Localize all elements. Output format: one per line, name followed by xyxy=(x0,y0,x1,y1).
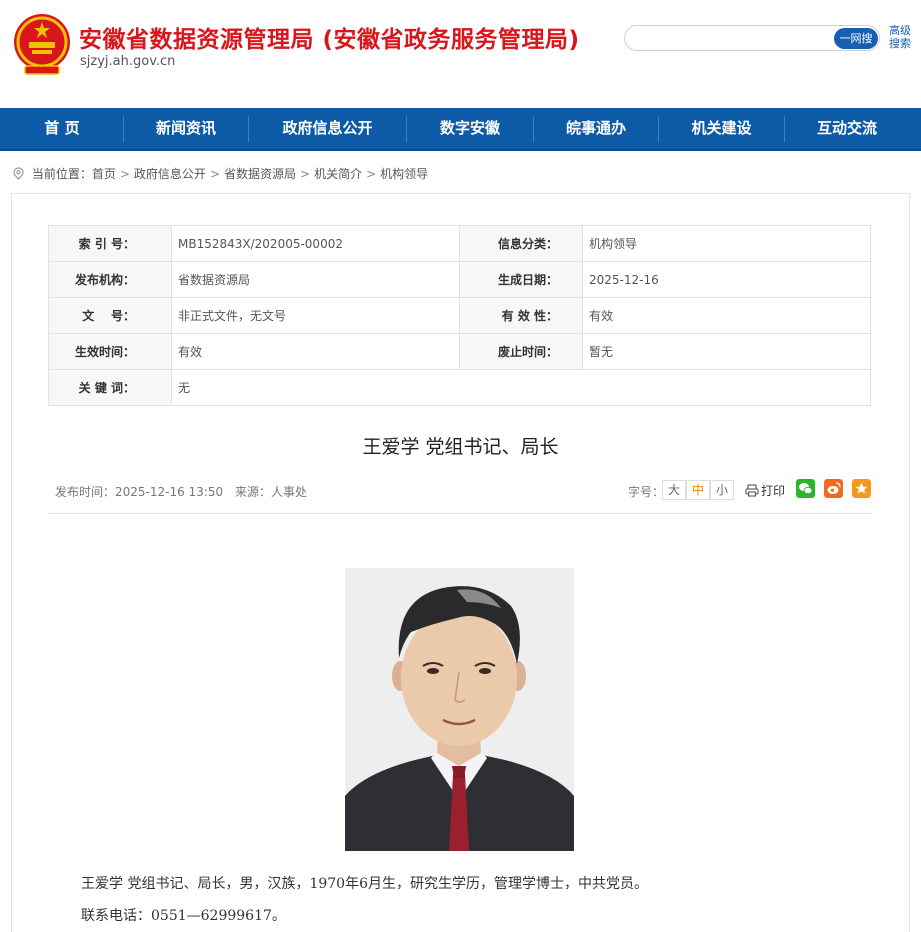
publish-time: 发布时间：2025-12-16 13:50 xyxy=(55,485,224,499)
expire-value: 暂无 xyxy=(582,333,871,370)
breadcrumb-gov-info[interactable]: 政府信息公开 xyxy=(134,167,206,181)
index-value: MB152843X/202005-00002 xyxy=(171,225,460,262)
font-size-small-button[interactable]: 小 xyxy=(710,480,734,500)
nav-item-digital-anhui[interactable]: 数字安徽 xyxy=(407,108,533,149)
article-source: 来源：人事处 xyxy=(234,485,307,499)
breadcrumb-separator: > xyxy=(209,166,220,181)
breadcrumb-separator: > xyxy=(300,166,311,181)
leader-portrait-image xyxy=(345,568,574,851)
location-icon xyxy=(13,166,24,180)
keywords-label: 关 键 词： xyxy=(48,369,172,406)
nav-item-services[interactable]: 皖事通办 xyxy=(534,108,658,149)
site-title[interactable]: 安徽省数据资源管理局 (安徽省政务服务管理局) xyxy=(79,20,580,54)
category-label: 信息分类： xyxy=(459,225,583,262)
favorite-icon[interactable] xyxy=(852,479,871,498)
breadcrumb-prefix: 当前位置： xyxy=(31,167,92,181)
date-value: 2025-12-16 xyxy=(582,261,871,298)
docno-label: 文 号： xyxy=(48,297,172,334)
search-button[interactable]: 一网搜 xyxy=(834,28,878,49)
advanced-search-link[interactable]: 高级搜索 xyxy=(887,24,913,50)
article-paragraph: 王爱学 党组书记、局长，男，汉族，1970年6月生，研究生学历，管理学博士，中共… xyxy=(81,876,648,892)
publisher-label: 发布机构： xyxy=(48,261,172,298)
main-nav: 首 页 新闻资讯 政府信息公开 数字安徽 皖事通办 机关建设 互动交流 xyxy=(0,108,921,151)
print-button[interactable]: 打印 xyxy=(745,482,785,499)
nav-item-news[interactable]: 新闻资讯 xyxy=(124,108,248,149)
print-label: 打印 xyxy=(761,484,786,498)
category-value: 机构领导 xyxy=(582,225,871,262)
publisher-value: 省数据资源局 xyxy=(171,261,460,298)
site-header: 安徽省数据资源管理局 (安徽省政务服务管理局) sjzyj.ah.gov.cn … xyxy=(0,0,921,108)
effective-label: 生效时间： xyxy=(48,333,172,370)
table-row: 关 键 词： 无 xyxy=(48,369,871,406)
site-domain: sjzyj.ah.gov.cn xyxy=(80,54,176,69)
validity-label: 有 效 性： xyxy=(459,297,583,334)
nav-item-party-building[interactable]: 机关建设 xyxy=(659,108,784,149)
nav-item-interaction[interactable]: 互动交流 xyxy=(785,108,909,149)
breadcrumb-leaders[interactable]: 机构领导 xyxy=(380,167,428,181)
table-row: 发布机构： 省数据资源局 生成日期： 2025-12-16 xyxy=(48,261,871,298)
weibo-icon[interactable] xyxy=(824,479,843,498)
article-meta: 发布时间：2025-12-16 13:50 来源：人事处 xyxy=(55,483,315,500)
wechat-icon[interactable] xyxy=(796,479,815,498)
font-size-medium-button[interactable]: 中 xyxy=(686,480,710,500)
font-size-large-button[interactable]: 大 xyxy=(662,480,686,500)
info-table: 索 引 号： MB152843X/202005-00002 信息分类： 机构领导… xyxy=(48,225,871,406)
national-emblem-icon[interactable] xyxy=(11,12,73,78)
breadcrumb-bureau[interactable]: 省数据资源局 xyxy=(224,167,296,181)
table-row: 生效时间： 有效 废止时间： 暂无 xyxy=(48,333,871,370)
printer-icon xyxy=(745,484,759,497)
font-size-label: 字号： xyxy=(628,485,665,499)
breadcrumb: 当前位置：首页 > 政府信息公开 > 省数据资源局 > 机关简介 > 机构领导 xyxy=(12,165,428,183)
nav-item-home[interactable]: 首 页 xyxy=(0,108,124,149)
article-divider xyxy=(48,513,871,514)
docno-value: 非正式文件，无文号 xyxy=(171,297,460,334)
article-paragraph: 联系电话：0551—62999617。 xyxy=(81,908,286,924)
breadcrumb-separator: > xyxy=(119,166,130,181)
table-row: 文 号： 非正式文件，无文号 有 效 性： 有效 xyxy=(48,297,871,334)
date-label: 生成日期： xyxy=(459,261,583,298)
effective-value: 有效 xyxy=(171,333,460,370)
nav-item-gov-info[interactable]: 政府信息公开 xyxy=(249,108,406,149)
expire-label: 废止时间： xyxy=(459,333,583,370)
table-row: 索 引 号： MB152843X/202005-00002 信息分类： 机构领导 xyxy=(48,225,871,262)
breadcrumb-home[interactable]: 首页 xyxy=(92,167,116,181)
breadcrumb-separator: > xyxy=(366,166,377,181)
article-title: 王爱学 党组书记、局长 xyxy=(362,436,559,458)
breadcrumb-intro[interactable]: 机关简介 xyxy=(314,167,362,181)
keywords-value: 无 xyxy=(171,369,871,406)
index-label: 索 引 号： xyxy=(48,225,172,262)
validity-value: 有效 xyxy=(582,297,871,334)
